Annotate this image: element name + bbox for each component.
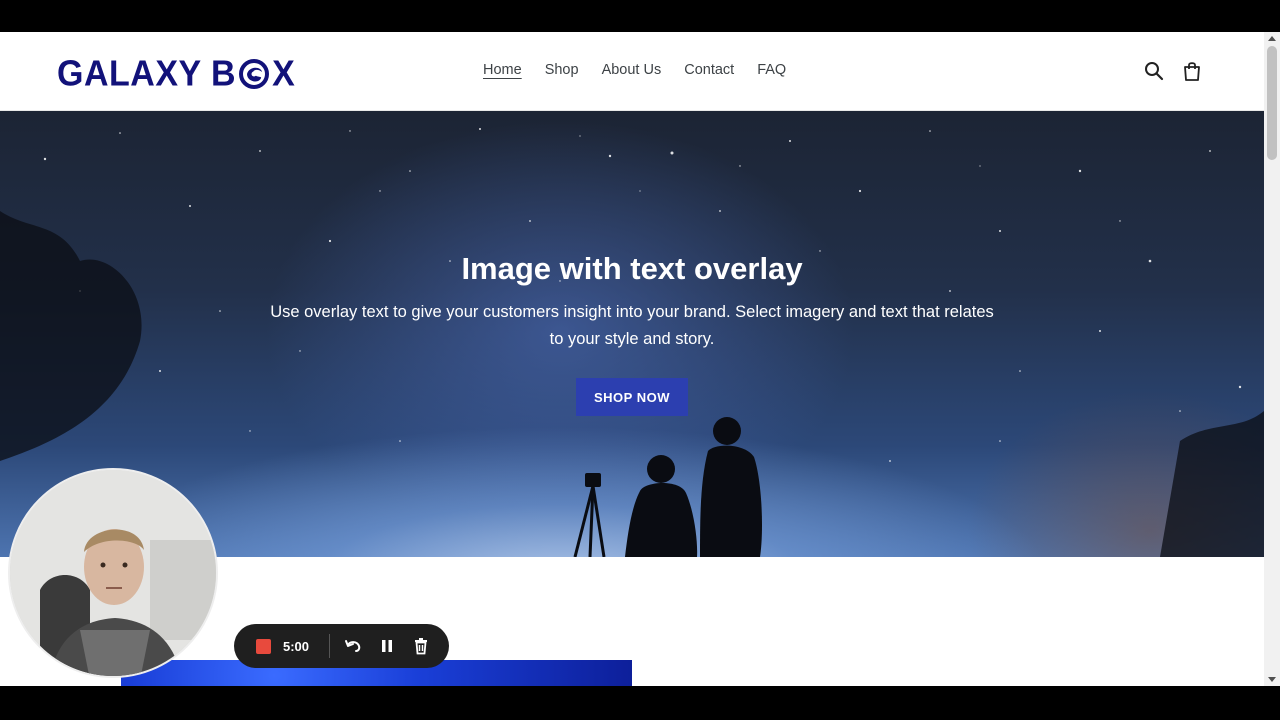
- nav-contact[interactable]: Contact: [684, 62, 734, 78]
- recording-toolbar: 5:00: [234, 624, 449, 668]
- site-logo[interactable]: GALAXY B X: [57, 54, 295, 94]
- logo-text-end: X: [272, 53, 296, 94]
- pause-icon: [382, 640, 392, 652]
- screen-bottom-bar: [0, 686, 1280, 720]
- trash-icon: [415, 638, 427, 655]
- nav-home[interactable]: Home: [483, 62, 522, 78]
- scroll-down-arrow-icon[interactable]: [1268, 677, 1276, 682]
- hero-title: Image with text overlay: [461, 251, 803, 286]
- main-nav: Home Shop About Us Contact FAQ: [483, 62, 786, 78]
- presenter-avatar: [10, 470, 216, 676]
- search-icon[interactable]: [1144, 60, 1164, 82]
- hero-description: Use overlay text to give your customers …: [270, 303, 994, 348]
- scroll-up-arrow-icon[interactable]: [1268, 36, 1276, 41]
- logo-text: GALAXY B: [57, 53, 237, 94]
- webcam-overlay[interactable]: [8, 468, 218, 678]
- pause-button[interactable]: [376, 635, 398, 657]
- header-icons: [1144, 60, 1202, 82]
- stop-record-button[interactable]: [256, 638, 271, 654]
- hero-banner: Image with text overlay Use overlay text…: [0, 111, 1264, 557]
- delete-button[interactable]: [410, 635, 432, 657]
- page-scrollbar[interactable]: [1264, 32, 1280, 686]
- undo-icon: [345, 640, 361, 652]
- recording-timer: 5:00: [283, 638, 310, 654]
- undo-button[interactable]: [342, 635, 364, 657]
- nav-shop[interactable]: Shop: [545, 62, 579, 78]
- galaxy-logo-icon: [239, 59, 270, 89]
- shop-now-button[interactable]: SHOP NOW: [576, 378, 688, 416]
- screen-top-bar: [0, 0, 1280, 32]
- site-header: GALAXY B X Home Shop About Us Contact FA…: [0, 32, 1264, 111]
- scroll-thumb[interactable]: [1267, 46, 1277, 160]
- nav-about-us[interactable]: About Us: [602, 62, 662, 78]
- toolbar-divider: [329, 634, 330, 658]
- cart-icon[interactable]: [1182, 60, 1202, 82]
- nav-faq[interactable]: FAQ: [757, 62, 786, 78]
